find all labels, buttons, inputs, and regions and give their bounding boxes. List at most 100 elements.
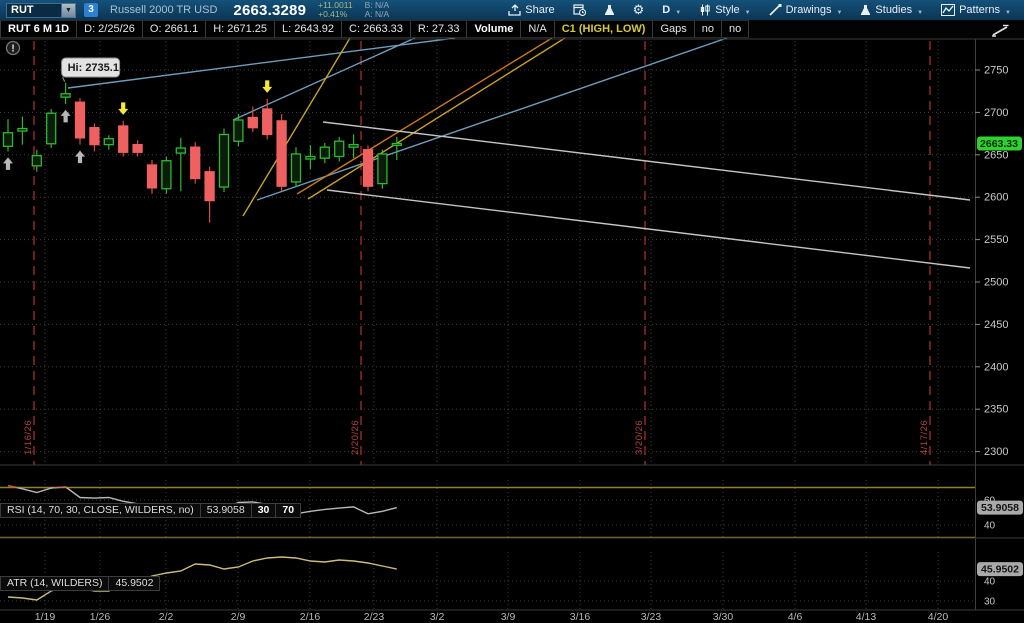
drawings-icon bbox=[769, 4, 782, 16]
rsi-value-badge: 53.9058 bbox=[977, 501, 1023, 515]
change-percent: +0.41% bbox=[318, 10, 352, 19]
svg-text:45.9502: 45.9502 bbox=[981, 564, 1019, 576]
svg-text:2500: 2500 bbox=[984, 277, 1008, 289]
calendar-icon bbox=[573, 4, 586, 16]
rsi-value: 53.9058 bbox=[201, 503, 252, 518]
candle bbox=[32, 156, 41, 166]
svg-text:2600: 2600 bbox=[984, 192, 1008, 204]
chart-title: RUT 6 M 1D bbox=[0, 20, 77, 38]
timeframe-button[interactable]: D ▼ bbox=[655, 2, 688, 18]
symbol-dropdown-caret[interactable]: ▼ bbox=[62, 3, 76, 18]
share-label: Share bbox=[525, 4, 554, 16]
svg-text:1/26: 1/26 bbox=[90, 611, 111, 623]
candle bbox=[205, 172, 214, 201]
svg-text:2/9: 2/9 bbox=[231, 611, 246, 623]
time-axis[interactable]: 1/191/262/22/92/162/233/23/93/163/233/30… bbox=[35, 611, 949, 623]
rsi-oversold-level: 30 bbox=[252, 503, 277, 518]
trendline-channel-gray-lower[interactable] bbox=[327, 190, 970, 268]
beaker-icon bbox=[604, 4, 615, 16]
price-change: +11.0011 +0.41% bbox=[318, 1, 352, 19]
candle bbox=[234, 120, 243, 141]
drawings-button[interactable]: Drawings ▼ bbox=[762, 2, 850, 18]
candle bbox=[4, 133, 13, 147]
patterns-icon bbox=[941, 4, 955, 16]
svg-text:2/2: 2/2 bbox=[159, 611, 174, 623]
symbol-description: Russell 2000 TR USD bbox=[110, 4, 217, 16]
candle bbox=[292, 154, 301, 182]
rsi-title[interactable]: RSI (14, 70, 30, CLOSE, WILDERS, no) bbox=[0, 503, 201, 518]
buy-signal-arrow-icon bbox=[61, 110, 71, 123]
patterns-label: Patterns bbox=[959, 4, 1000, 16]
candle bbox=[277, 121, 286, 186]
svg-text:2350: 2350 bbox=[984, 404, 1008, 416]
volume-value: N/A bbox=[521, 20, 554, 38]
info-close: C: 2663.33 bbox=[342, 20, 411, 38]
atr-value-badge: 45.9502 bbox=[977, 562, 1023, 576]
candle bbox=[349, 145, 358, 148]
volume-label: Volume bbox=[467, 20, 521, 38]
svg-text:2663.33: 2663.33 bbox=[980, 138, 1018, 150]
last-price-badge: 2663.33 bbox=[977, 136, 1022, 150]
studies-button[interactable]: Studies ▼ bbox=[853, 2, 930, 18]
chart-region: 1/16/262/20/263/20/264/17/26275027002650… bbox=[0, 38, 1024, 623]
expiration-line: 4/17/26 bbox=[919, 41, 930, 465]
settings-button[interactable]: ⚙ bbox=[626, 2, 652, 18]
candle bbox=[133, 145, 142, 153]
candle bbox=[176, 148, 185, 153]
svg-text:30: 30 bbox=[984, 597, 996, 608]
gap-value-2: no bbox=[722, 20, 749, 38]
svg-text:1/19: 1/19 bbox=[35, 611, 56, 623]
svg-text:2300: 2300 bbox=[984, 446, 1008, 458]
style-button[interactable]: Style ▼ bbox=[692, 2, 757, 18]
svg-text:!: ! bbox=[11, 44, 14, 55]
svg-text:40: 40 bbox=[984, 521, 996, 532]
svg-text:2/16: 2/16 bbox=[300, 611, 321, 623]
svg-text:3/23: 3/23 bbox=[641, 611, 662, 623]
atr-header: ATR (14, WILDERS) 45.9502 bbox=[0, 576, 160, 591]
info-low: L: 2643.92 bbox=[275, 20, 342, 38]
trendline-trend-blue-steep[interactable] bbox=[233, 38, 415, 120]
atr-title[interactable]: ATR (14, WILDERS) bbox=[0, 576, 109, 591]
alert-icon[interactable]: ! bbox=[7, 42, 20, 55]
patterns-button[interactable]: Patterns ▼ bbox=[934, 2, 1018, 18]
share-button[interactable]: Share bbox=[501, 2, 561, 18]
style-icon bbox=[699, 4, 711, 16]
svg-text:Hi: 2735.1: Hi: 2735.1 bbox=[68, 62, 119, 74]
trendline-trend-yellow-long[interactable] bbox=[308, 38, 565, 199]
chart-canvas[interactable]: 1/16/262/20/263/20/264/17/26275027002650… bbox=[0, 38, 1024, 623]
grid-layer bbox=[0, 41, 975, 610]
chevron-down-icon: ▼ bbox=[745, 10, 751, 16]
svg-text:3/9: 3/9 bbox=[501, 611, 516, 623]
high-annotation[interactable]: Hi: 2735.1 bbox=[62, 58, 120, 82]
symbol-input[interactable] bbox=[6, 3, 62, 18]
watchlist-badge[interactable]: 3 bbox=[84, 3, 98, 17]
candle bbox=[392, 143, 401, 145]
candle bbox=[76, 102, 85, 138]
chevron-down-icon: ▼ bbox=[1005, 10, 1011, 16]
buy-signal-arrow-icon bbox=[3, 157, 13, 170]
candle bbox=[104, 139, 113, 145]
sell-signal-arrow-icon bbox=[118, 102, 128, 115]
expiration-line: 3/20/26 bbox=[634, 41, 645, 465]
svg-text:2450: 2450 bbox=[984, 319, 1008, 331]
candle bbox=[191, 147, 200, 178]
info-date: D: 2/25/26 bbox=[77, 20, 143, 38]
last-price: 2663.3289 bbox=[233, 2, 306, 19]
rsi-overbought-level: 70 bbox=[276, 503, 301, 518]
trendline-trend-yellow-steep[interactable] bbox=[243, 38, 350, 216]
share-icon bbox=[508, 4, 521, 16]
svg-text:4/20: 4/20 bbox=[928, 611, 949, 623]
corporate-actions-cell[interactable]: C1 (HIGH, LOW) bbox=[555, 20, 654, 38]
svg-text:4/6: 4/6 bbox=[788, 611, 803, 623]
trendline-channel-gray-upper[interactable] bbox=[323, 122, 970, 200]
svg-text:2750: 2750 bbox=[984, 65, 1008, 77]
candle bbox=[18, 129, 27, 132]
info-open: O: 2661.1 bbox=[143, 20, 206, 38]
analyze-button[interactable] bbox=[597, 2, 622, 18]
candle bbox=[220, 134, 229, 187]
drawing-tool-icon[interactable] bbox=[991, 24, 1010, 37]
candle bbox=[364, 150, 373, 186]
chevron-down-icon: ▼ bbox=[675, 10, 681, 16]
bid-ask: B: N/A A: N/A bbox=[365, 1, 390, 19]
calendar-events-button[interactable] bbox=[566, 2, 593, 18]
